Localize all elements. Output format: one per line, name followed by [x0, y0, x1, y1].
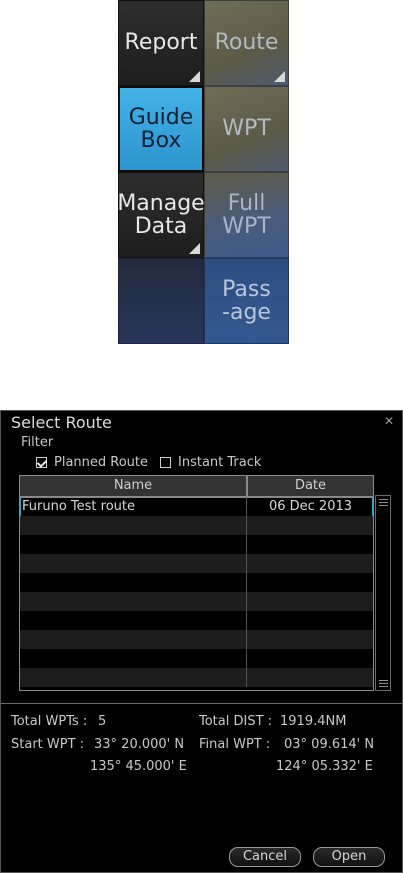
table-row[interactable]	[20, 649, 373, 669]
scroll-grip-icon	[379, 499, 388, 500]
open-button[interactable]: Open	[313, 847, 385, 867]
empty-tile	[118, 258, 204, 344]
column-divider	[246, 668, 247, 687]
scroll-grip-icon	[379, 502, 388, 503]
planned-route-label: Planned Route	[54, 455, 149, 470]
column-divider	[246, 573, 247, 592]
column-divider	[246, 649, 247, 668]
table-row[interactable]	[20, 573, 373, 593]
table-row[interactable]	[20, 516, 373, 536]
submenu-corner-icon	[189, 243, 200, 254]
total-wpts-value: 5	[98, 714, 107, 729]
submenu-corner-icon	[189, 71, 200, 82]
total-wpts-label: Total WPTs :	[11, 714, 88, 729]
start-wpt-latitude: 33° 20.000' N	[94, 737, 185, 752]
manage-data-tile-label: Manage Data	[117, 190, 205, 239]
column-divider	[246, 630, 247, 649]
planned-route-checkbox[interactable]: Planned Route	[36, 455, 148, 470]
divider	[1, 703, 402, 704]
select-route-dialog: Select Route ✕ Filter Planned Route Inst…	[0, 410, 403, 873]
final-wpt-longitude: 124° 05.332' E	[276, 759, 373, 774]
cancel-button[interactable]: Cancel	[229, 847, 301, 867]
final-wpt-label: Final WPT :	[199, 737, 271, 752]
column-divider	[246, 554, 247, 573]
route-tile[interactable]: Route	[204, 0, 289, 86]
full-wpt-tile-label: Full WPT	[222, 190, 271, 239]
table-row[interactable]	[20, 668, 373, 687]
column-divider	[246, 497, 247, 516]
passage-tile[interactable]: Pass -age	[204, 258, 289, 344]
close-icon[interactable]: ✕	[384, 414, 394, 428]
total-dist-label: Total DIST :	[199, 714, 273, 729]
table-scrollbar[interactable]	[375, 495, 391, 691]
route-date-cell: 06 Dec 2013	[268, 499, 353, 514]
table-row[interactable]	[20, 630, 373, 650]
column-divider	[246, 516, 247, 535]
checkbox-unchecked-icon[interactable]	[160, 457, 171, 468]
scroll-grip-icon	[379, 505, 388, 506]
table-row[interactable]	[20, 592, 373, 612]
column-divider	[246, 592, 247, 611]
filter-label: Filter	[21, 435, 54, 450]
submenu-corner-icon	[274, 71, 285, 82]
dialog-title: Select Route	[11, 413, 112, 432]
final-wpt-latitude: 03° 09.614' N	[284, 737, 375, 752]
table-row[interactable]	[20, 611, 373, 631]
route-tile-label: Route	[214, 30, 279, 56]
scroll-grip-icon	[379, 683, 388, 684]
wpt-tile-label: WPT	[222, 116, 271, 142]
route-name-cell: Furuno Test route	[22, 499, 135, 514]
guide-box-tile[interactable]: Guide Box	[118, 86, 204, 172]
table-row[interactable]: Furuno Test route 06 Dec 2013	[20, 497, 373, 517]
menu-tile-grid: Report Route Guide Box WPT Manage Data F…	[117, 0, 289, 344]
column-header-date[interactable]: Date	[248, 476, 373, 496]
table-header: Name Date	[20, 476, 373, 497]
manage-data-tile[interactable]: Manage Data	[117, 172, 205, 258]
full-wpt-tile[interactable]: Full WPT	[204, 172, 289, 258]
route-table: Name Date Furuno Test route 06 Dec 2013	[19, 475, 374, 691]
checkbox-checked-icon[interactable]	[36, 457, 47, 468]
column-divider	[246, 611, 247, 630]
report-tile-label: Report	[124, 30, 198, 56]
scroll-grip-icon	[379, 686, 388, 687]
instant-track-checkbox[interactable]: Instant Track	[160, 455, 261, 470]
start-wpt-label: Start WPT :	[11, 737, 85, 752]
start-wpt-longitude: 135° 45.000' E	[90, 759, 187, 774]
passage-tile-label: Pass -age	[222, 276, 271, 325]
scroll-grip-icon	[379, 680, 388, 681]
total-dist-value: 1919.4NM	[280, 714, 347, 729]
table-row[interactable]	[20, 535, 373, 555]
report-tile[interactable]: Report	[118, 0, 204, 86]
table-row[interactable]	[20, 554, 373, 574]
column-header-name[interactable]: Name	[20, 476, 248, 496]
instant-track-label: Instant Track	[178, 455, 262, 470]
column-divider	[246, 535, 247, 554]
wpt-tile[interactable]: WPT	[204, 86, 289, 172]
guide-box-tile-label: Guide Box	[128, 104, 194, 153]
